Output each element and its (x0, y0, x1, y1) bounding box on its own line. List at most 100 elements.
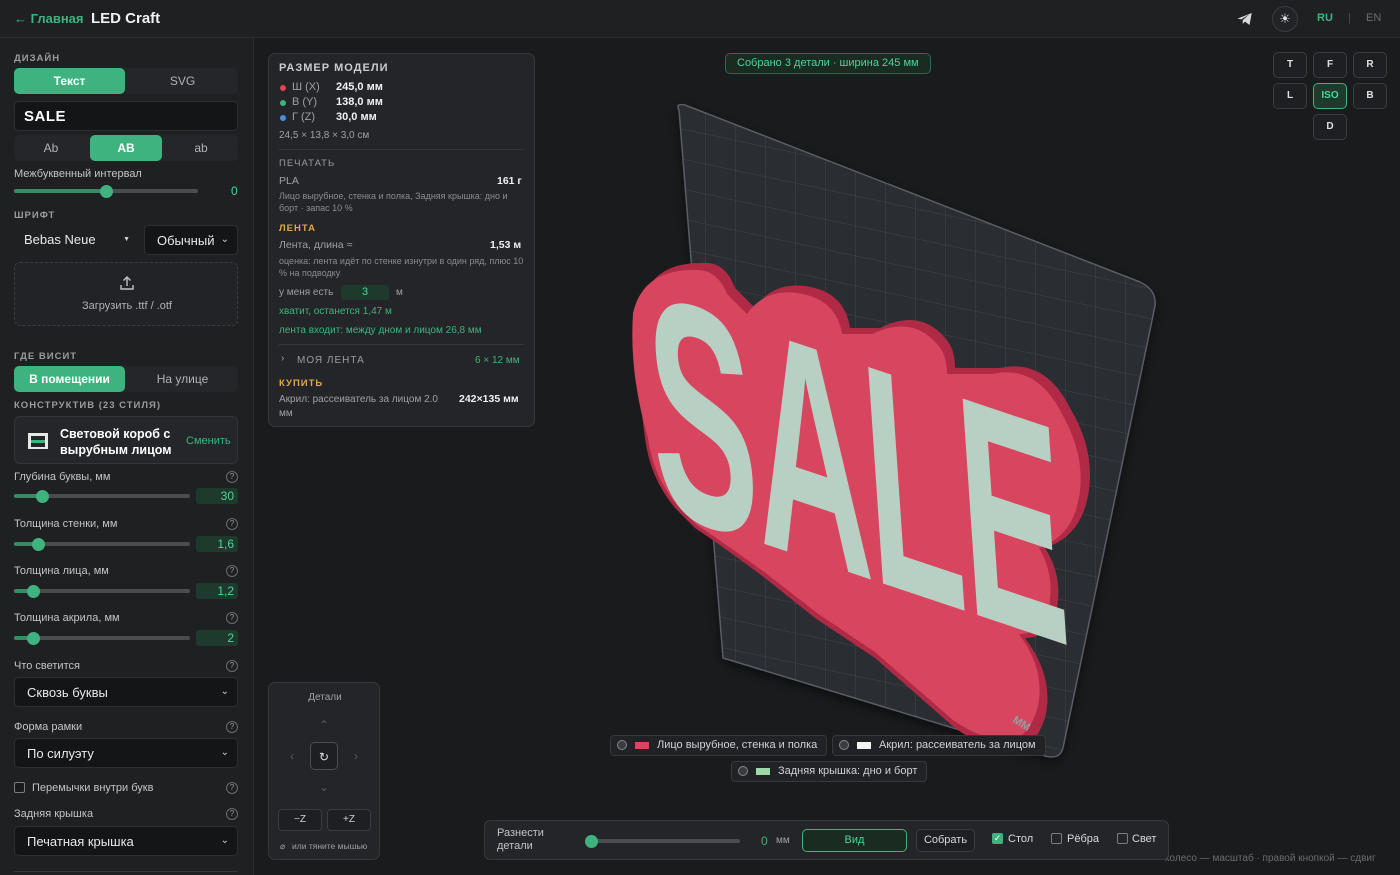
chevron-down-icon: ▼ (123, 236, 130, 243)
app-title: LED Craft (91, 10, 161, 27)
tab-indoor[interactable]: В помещении (14, 366, 125, 392)
material-weight: 161 г (497, 175, 522, 187)
spread-knob[interactable] (585, 834, 598, 848)
move-up-icon[interactable]: ⌃ (310, 711, 338, 739)
model-info-panel: РАЗМЕР МОДЕЛИ Ш (X) 245,0 мм В (Y) 138,0… (268, 53, 535, 427)
param-slider[interactable] (14, 584, 190, 598)
param-slider[interactable] (14, 537, 190, 551)
font-style-select[interactable]: Обычный ⌄ (144, 225, 238, 255)
upload-label: Загрузить .ttf / .otf (82, 300, 172, 312)
construct-card[interactable]: Световой короб с вырубным лицом Сменить (14, 416, 238, 464)
material-note: Лицо вырубное, стенка и полка, Задняя кр… (279, 191, 508, 213)
reset-icon[interactable]: ↻ (310, 742, 338, 770)
spread-label: Разнести детали (497, 827, 544, 852)
param-value[interactable]: 30 (196, 488, 238, 504)
spacing-value: 0 (231, 184, 238, 198)
spread-value: 0 (761, 834, 768, 848)
lang-en-button[interactable]: EN (1366, 12, 1381, 24)
case-title-option[interactable]: Ab (14, 135, 88, 161)
tab-text[interactable]: Текст (14, 68, 125, 94)
my-tape-label[interactable]: МОЯ ЛЕНТА (297, 355, 365, 366)
help-icon[interactable]: ? (226, 471, 238, 483)
light-checkbox[interactable] (1117, 833, 1128, 844)
view-down-button[interactable]: D (1313, 114, 1347, 140)
spacing-slider[interactable] (14, 184, 198, 198)
3d-viewport[interactable]: SALE ММ Собрано 3 детали · ширина 245 мм… (255, 38, 1400, 875)
chevron-down-icon: ⌄ (220, 234, 229, 245)
param-value[interactable]: 1,2 (196, 583, 238, 599)
param-slider[interactable] (14, 631, 190, 645)
bridges-checkbox[interactable] (14, 782, 25, 793)
case-upper-option[interactable]: AB (90, 135, 162, 161)
lang-ru-button[interactable]: RU (1317, 12, 1333, 24)
help-icon[interactable]: ? (226, 782, 238, 794)
param-slider[interactable] (14, 489, 190, 503)
font-section-title: ШРИФТ (14, 210, 56, 221)
frame-select[interactable]: По силуэту ⌄ (14, 738, 238, 768)
legend-back[interactable]: Задняя крышка: дно и борт (731, 761, 928, 782)
help-icon[interactable]: ? (226, 808, 238, 820)
chevron-right-icon[interactable]: › (281, 353, 284, 364)
spacing-knob[interactable] (99, 184, 113, 198)
view-right-button[interactable]: R (1353, 52, 1387, 78)
legend-radio[interactable] (839, 740, 849, 750)
back-home-link[interactable]: ← Главная (14, 11, 83, 26)
legend-acrylic[interactable]: Акрил: рассеиватель за лицом (832, 735, 1046, 756)
param-knob[interactable] (26, 584, 40, 598)
tab-svg[interactable]: SVG (127, 68, 238, 94)
view-left-button[interactable]: L (1273, 83, 1307, 109)
view-back-button[interactable]: B (1353, 83, 1387, 109)
param-knob[interactable] (35, 489, 49, 503)
legend-radio[interactable] (617, 740, 627, 750)
back-cover-select[interactable]: Печатная крышка ⌄ (14, 826, 238, 856)
have-input[interactable]: 3 (341, 285, 389, 300)
move-left-icon[interactable]: ‹ (278, 742, 306, 770)
help-icon[interactable]: ? (226, 565, 238, 577)
upload-icon (120, 276, 134, 290)
tape-enough: хватит, останется 1,47 м (279, 306, 392, 317)
axis-z-label: Г (Z) (292, 111, 316, 123)
edges-checkbox[interactable] (1051, 833, 1062, 844)
param-knob[interactable] (26, 631, 40, 645)
table-checkbox[interactable]: ✓ (992, 833, 1003, 844)
frame-label: Форма рамки (14, 721, 83, 733)
construct-change-button[interactable]: Сменить (186, 435, 231, 447)
spread-slider[interactable] (585, 834, 740, 848)
font-style-value: Обычный (157, 233, 215, 248)
assemble-button[interactable]: Собрать (916, 829, 975, 852)
param-value[interactable]: 2 (196, 630, 238, 646)
glow-select[interactable]: Сквозь буквы ⌄ (14, 677, 238, 707)
view-top-button[interactable]: T (1273, 52, 1307, 78)
case-lower-option[interactable]: ab (164, 135, 238, 161)
move-right-icon[interactable]: › (342, 742, 370, 770)
view-button[interactable]: Вид (802, 829, 907, 852)
font-family-select[interactable]: Bebas Neue ▼ (14, 225, 138, 255)
telegram-icon[interactable] (1236, 10, 1254, 28)
tape-length-value: 1,53 м (490, 239, 522, 251)
chevron-down-icon: ⌄ (220, 686, 229, 697)
edges-label: Рёбра (1067, 833, 1099, 845)
sign-text-input[interactable]: SALE (14, 101, 238, 131)
help-icon[interactable]: ? (226, 612, 238, 624)
tab-outdoor[interactable]: На улице (127, 366, 238, 392)
legend-face[interactable]: Лицо вырубное, стенка и полка (610, 735, 828, 756)
view-front-button[interactable]: F (1313, 52, 1347, 78)
help-icon[interactable]: ? (226, 518, 238, 530)
move-plus-z-button[interactable]: +Z (327, 809, 371, 831)
have-label: у меня есть (279, 287, 334, 298)
view-iso-button[interactable]: ISO (1313, 83, 1347, 109)
move-down-icon[interactable]: ⌄ (310, 773, 338, 801)
legend-radio[interactable] (738, 766, 748, 776)
material-name: PLA (279, 175, 299, 187)
param-knob[interactable] (32, 537, 46, 551)
my-tape-value: 6 × 12 мм (475, 355, 520, 366)
theme-toggle-sun-icon[interactable]: ☀ (1272, 6, 1298, 32)
help-icon[interactable]: ? (226, 660, 238, 672)
help-icon[interactable]: ? (226, 721, 238, 733)
move-minus-z-button[interactable]: −Z (278, 809, 322, 831)
param-label: Толщина акрила, мм (14, 612, 120, 624)
param-value[interactable]: 1,6 (196, 536, 238, 552)
font-upload-dropzone[interactable]: Загрузить .ttf / .otf (14, 262, 238, 326)
sidebar: ДИЗАЙН Текст SVG SALE Ab AB ab Межбуквен… (0, 38, 254, 875)
tape-title: ЛЕНТА (279, 223, 316, 234)
